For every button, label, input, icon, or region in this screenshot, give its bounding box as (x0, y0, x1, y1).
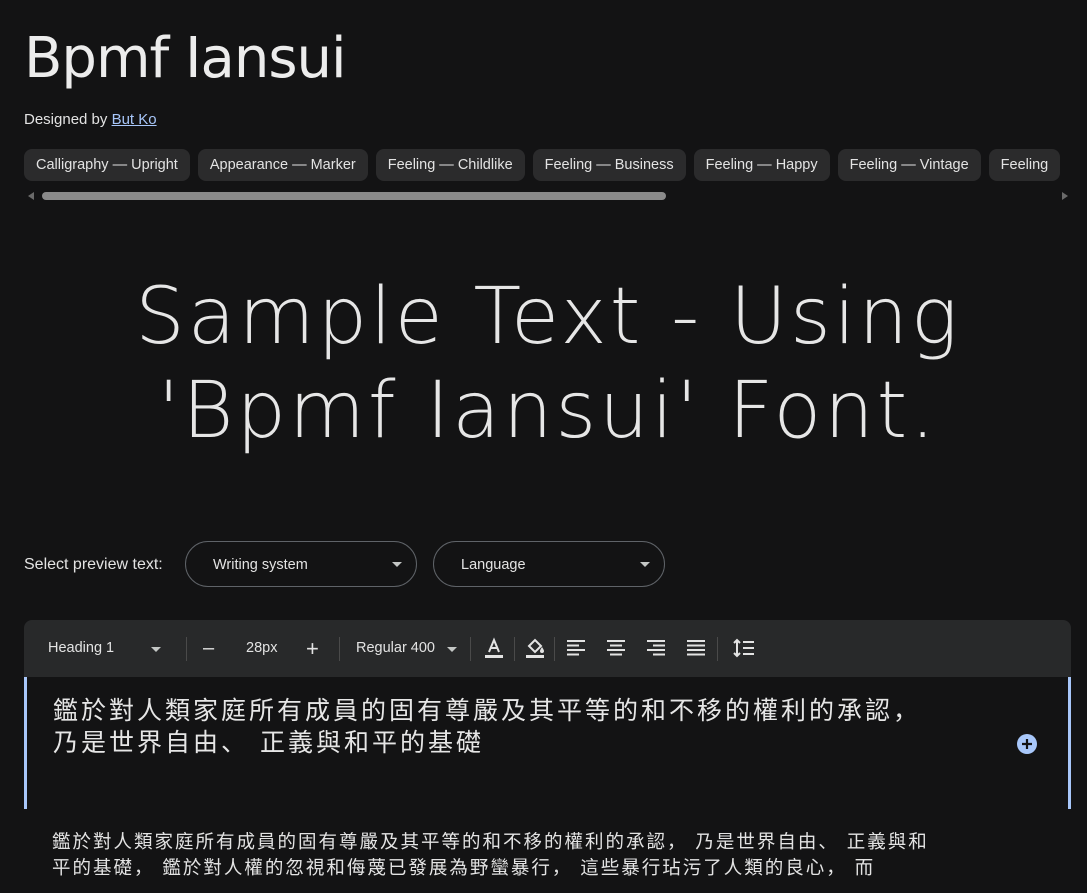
align-justify-icon[interactable] (684, 636, 708, 660)
chevron-down-icon (640, 562, 650, 567)
chevron-down-icon (151, 647, 161, 652)
language-dropdown[interactable]: Language (433, 541, 665, 587)
tag-chip[interactable]: Feeling — Happy (693, 149, 830, 181)
tag-chip[interactable]: Feeling — Vintage (837, 149, 981, 181)
line-spacing-icon[interactable] (732, 636, 756, 660)
editor-toolbar: Heading 1 – 28px + Regular 400 (24, 620, 1071, 677)
heading-text[interactable]: 鑑於對人類家庭所有成員的固有尊嚴及其平等的和不移的權利的承認， 乃是世界自由、 … (53, 695, 933, 759)
writing-system-label: Writing system (213, 557, 308, 573)
tag-chip[interactable]: Feeling (988, 149, 1061, 181)
language-label: Language (461, 557, 526, 573)
add-circle-icon[interactable] (1016, 733, 1038, 755)
scrollbar-thumb[interactable] (42, 192, 666, 200)
tag-chip[interactable]: Feeling — Business (532, 149, 686, 181)
designer-line: Designed by But Ko (24, 111, 157, 128)
divider (470, 637, 471, 661)
chevron-down-icon (392, 562, 402, 567)
tag-chip[interactable]: Calligraphy — Upright (24, 149, 190, 181)
tags-scrollbar[interactable] (24, 189, 1072, 203)
designer-link[interactable]: But Ko (112, 111, 157, 128)
scroll-right-arrow-icon[interactable] (1062, 192, 1068, 200)
font-title: Bpmf Iansui (24, 26, 347, 91)
increase-size-button[interactable]: + (306, 620, 319, 677)
style-select-label: Heading 1 (48, 640, 115, 656)
align-right-icon[interactable] (644, 636, 668, 660)
chevron-down-icon (447, 647, 457, 652)
divider (339, 637, 340, 661)
scroll-left-arrow-icon[interactable] (28, 192, 34, 200)
sample-text: Sample Text - Using 'Bpmf Iansui' Font. (135, 272, 961, 456)
heading-editor[interactable]: 鑑於對人類家庭所有成員的固有尊嚴及其平等的和不移的權利的承認， 乃是世界自由、 … (24, 677, 1071, 809)
text-color-icon[interactable] (482, 636, 506, 660)
weight-select-label: Regular 400 (356, 640, 435, 656)
tag-chip[interactable]: Feeling — Childlike (375, 149, 525, 181)
font-size-value[interactable]: 28px (246, 620, 277, 677)
divider (554, 637, 555, 661)
divider (514, 637, 515, 661)
writing-system-dropdown[interactable]: Writing system (185, 541, 417, 587)
align-center-icon[interactable] (604, 636, 628, 660)
paragraph-text[interactable]: 鑑於對人類家庭所有成員的固有尊嚴及其平等的和不移的權利的承認， 乃是世界自由、 … (52, 830, 942, 882)
divider (717, 637, 718, 661)
designer-prefix: Designed by (24, 111, 108, 128)
fill-color-icon[interactable] (523, 636, 547, 660)
preview-label: Select preview text: (24, 556, 163, 573)
align-left-icon[interactable] (564, 636, 588, 660)
divider (186, 637, 187, 661)
decrease-size-button[interactable]: – (203, 620, 214, 677)
tag-chip[interactable]: Appearance — Marker (197, 149, 368, 181)
tag-list: Calligraphy — Upright Appearance — Marker… (24, 149, 1072, 183)
